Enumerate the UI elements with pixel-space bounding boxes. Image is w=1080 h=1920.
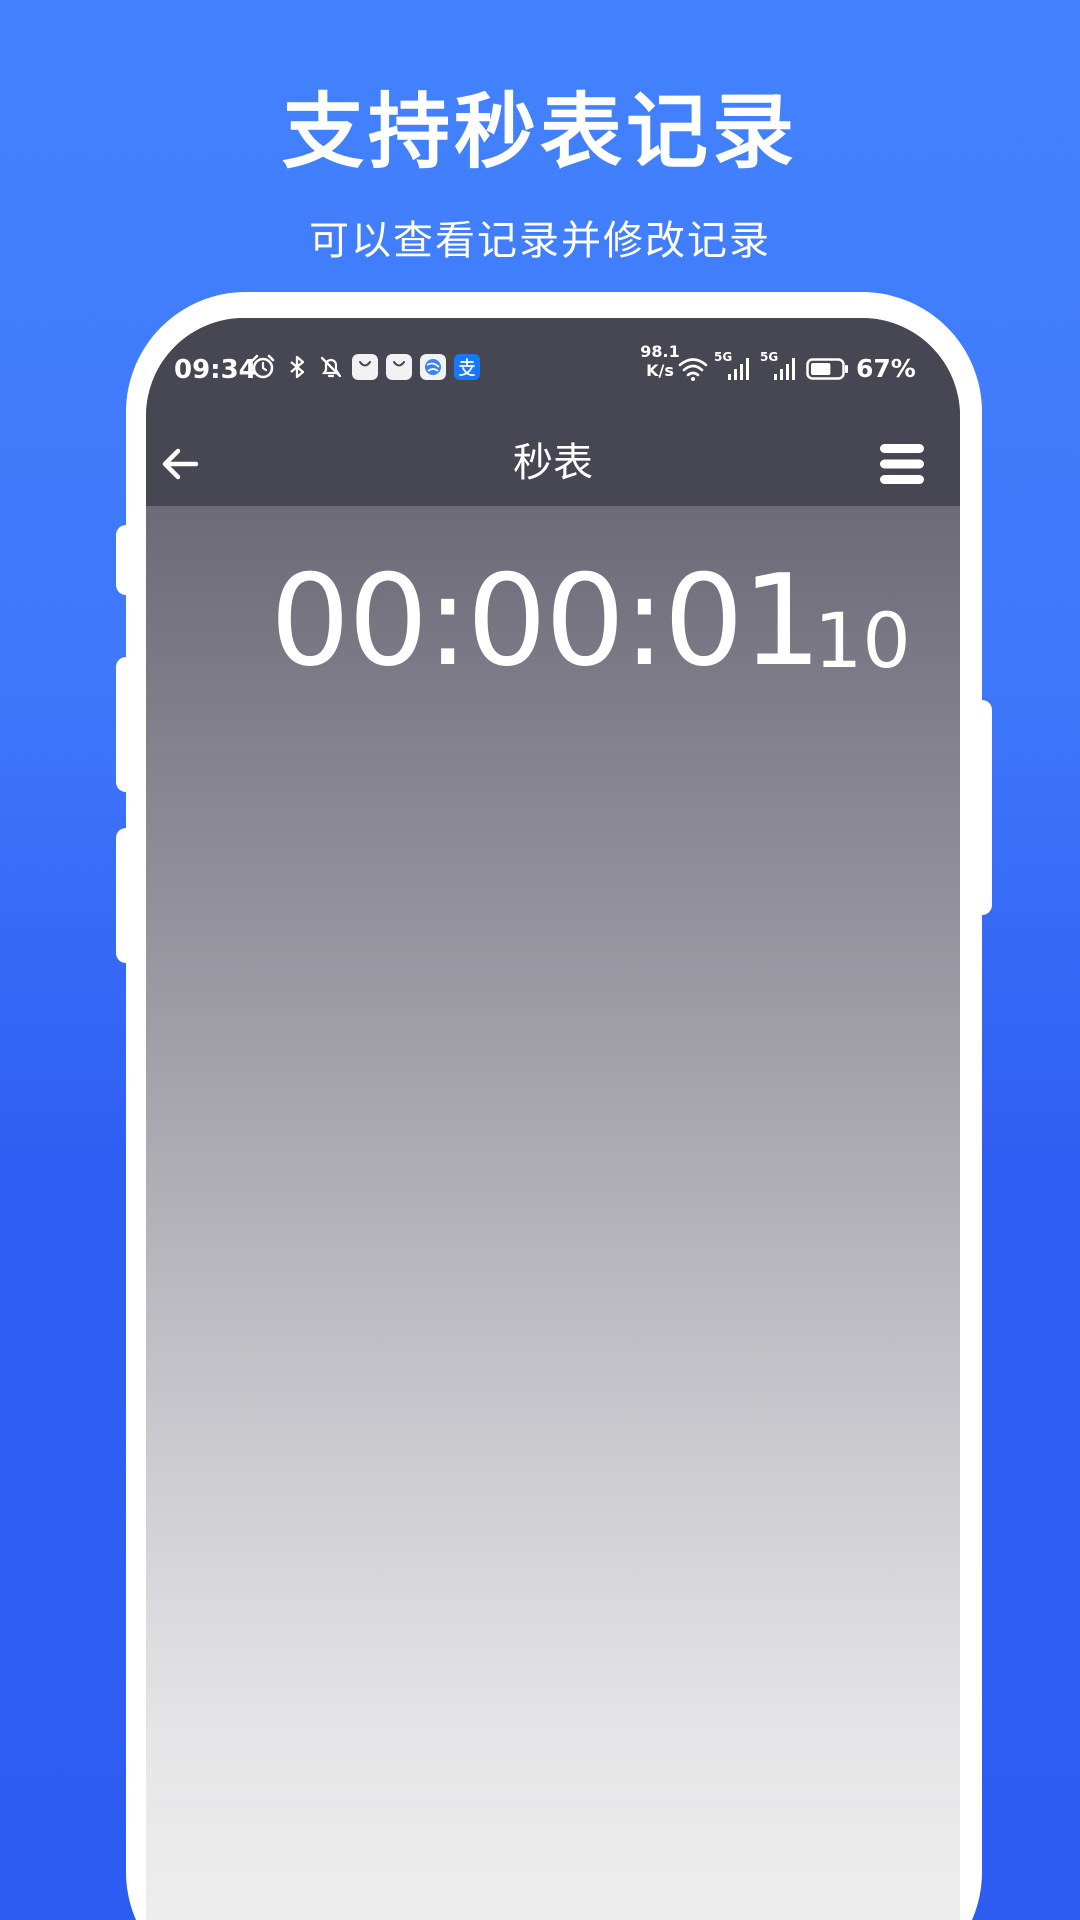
alarm-icon xyxy=(251,354,275,379)
stopwatch-fraction: 10 xyxy=(814,596,911,685)
promo-headline: 支持秒表记录 xyxy=(281,85,798,180)
status-time: 09:34 xyxy=(174,355,257,385)
cellular-signal-1: 5G xyxy=(714,350,754,384)
cellular-signal-2: 5G xyxy=(760,350,800,384)
shopping-bag-icon xyxy=(352,354,378,380)
app-top-bar: 09:34 98.1 K/s 5G 5G 67% 秒表 xyxy=(146,318,960,506)
battery-icon xyxy=(806,358,848,380)
stopwatch-time: 00:00:01 xyxy=(270,547,822,694)
app-nav-bar: 秒表 xyxy=(146,420,960,506)
cellular-signal-icon xyxy=(728,358,749,380)
alipay-icon xyxy=(454,354,480,380)
status-notification-icons xyxy=(250,354,480,380)
browser-icon xyxy=(420,354,446,380)
battery-percent: 67% xyxy=(856,354,916,383)
page-title: 秒表 xyxy=(513,440,593,486)
cellular-signal-icon xyxy=(774,358,795,380)
wifi-icon xyxy=(678,358,708,381)
bluetooth-icon xyxy=(290,355,305,379)
mute-bell-icon xyxy=(320,356,342,378)
phone-screen: 09:34 98.1 K/s 5G 5G 67% 秒表 00:00:01 10 xyxy=(146,318,960,1920)
status-bar: 09:34 98.1 K/s 5G 5G 67% xyxy=(146,342,960,398)
promo-subline: 可以查看记录并修改记录 xyxy=(309,218,771,264)
hamburger-menu-icon[interactable] xyxy=(878,440,926,488)
shopping-bag-icon xyxy=(386,354,412,380)
status-system-icons: 5G 5G 67% xyxy=(678,350,916,384)
